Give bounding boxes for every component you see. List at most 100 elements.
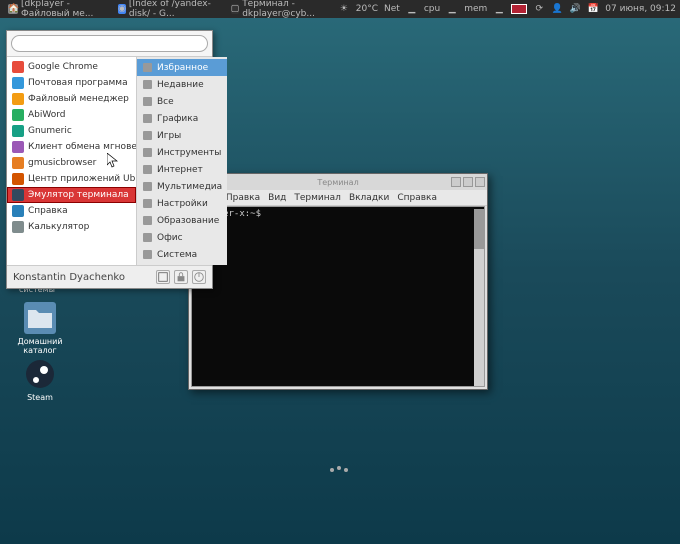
- power-button[interactable]: [192, 270, 206, 284]
- menu-category-item[interactable]: Интернет: [137, 161, 227, 178]
- menu-app-item[interactable]: gmusicbrowser: [7, 155, 136, 171]
- taskbar-item[interactable]: 🏠 [dkplayer - Файловый ме...: [4, 0, 112, 20]
- category-label: Мультимедиа: [157, 182, 222, 192]
- menu-footer: Konstantin Dyachenko: [7, 265, 212, 288]
- menu-app-item[interactable]: Справка: [7, 203, 136, 219]
- menu-app-list: Google Chrome Почтовая программа Файловый …: [7, 57, 137, 265]
- menu-app-item[interactable]: Клиент обмена мгновенными со...: [7, 139, 136, 155]
- sound-icon[interactable]: 🔊: [569, 3, 581, 15]
- category-label: Игры: [157, 131, 181, 141]
- cpu-graph-icon[interactable]: ▁: [446, 3, 458, 15]
- category-icon: [142, 198, 153, 209]
- desktop-icon-home[interactable]: Домашний каталог: [10, 302, 70, 355]
- menu-category-item[interactable]: Мультимедиа: [137, 178, 227, 195]
- menu-view[interactable]: Вид: [268, 193, 286, 203]
- taskbar-label: [dkplayer - Файловый ме...: [21, 0, 108, 19]
- app-label: AbiWord: [28, 110, 66, 120]
- scrollbar-thumb[interactable]: [474, 209, 484, 249]
- calendar-icon[interactable]: 📅: [587, 3, 599, 15]
- category-icon: [142, 232, 153, 243]
- app-icon: [12, 157, 24, 169]
- menu-category-item[interactable]: Игры: [137, 127, 227, 144]
- menu-category-item[interactable]: Все: [137, 93, 227, 110]
- menu-help[interactable]: Справка: [397, 193, 437, 203]
- lock-button[interactable]: [174, 270, 188, 284]
- terminal-window[interactable]: Терминал Файл Правка Вид Терминал Вкладк…: [188, 173, 488, 390]
- clock-text[interactable]: 07 июня, 09:12: [605, 4, 676, 14]
- menu-category-item[interactable]: Система: [137, 246, 227, 263]
- category-icon: [142, 130, 153, 141]
- app-icon: [12, 173, 24, 185]
- menu-category-item[interactable]: Избранное: [137, 59, 227, 76]
- menu-app-item[interactable]: Эмулятор терминала: [7, 187, 136, 203]
- terminal-scrollbar[interactable]: [474, 209, 484, 386]
- maximize-button[interactable]: [463, 177, 473, 187]
- menu-app-item[interactable]: Gnumeric: [7, 123, 136, 139]
- settings-button[interactable]: [156, 270, 170, 284]
- menu-app-item[interactable]: AbiWord: [7, 107, 136, 123]
- app-icon: [12, 61, 24, 73]
- app-label: Эмулятор терминала: [28, 190, 129, 200]
- taskbar-item[interactable]: ◉ [Index of /yandex-disk/ - G...: [114, 0, 225, 20]
- menu-app-item[interactable]: Калькулятор: [7, 219, 136, 235]
- menu-category-item[interactable]: Офис: [137, 229, 227, 246]
- desktop-icon-steam[interactable]: Steam: [10, 358, 70, 402]
- menu-app-item[interactable]: Почтовая программа: [7, 75, 136, 91]
- category-label: Все: [157, 97, 174, 107]
- app-icon: [12, 221, 24, 233]
- menu-category-list: Избранное Недавние Все Графика Игры Инструмен…: [137, 57, 227, 265]
- home-icon: 🏠: [8, 4, 18, 14]
- category-icon: [142, 215, 153, 226]
- menu-category-item[interactable]: Недавние: [137, 76, 227, 93]
- category-icon: [142, 147, 153, 158]
- net-label: Net: [384, 4, 400, 14]
- app-label: Gnumeric: [28, 126, 72, 136]
- mem-graph-icon[interactable]: ▁: [493, 3, 505, 15]
- weather-text: 20°C: [356, 4, 378, 14]
- app-label: Центр приложений Ubuntu: [28, 174, 136, 184]
- app-label: Справка: [28, 206, 68, 216]
- category-label: Образование: [157, 216, 219, 226]
- category-label: Недавние: [157, 80, 204, 90]
- system-tray: ☀ 20°C Net ▁ cpu ▁ mem ▁ ⟳ 👤 🔊 📅 07 июня…: [338, 3, 676, 15]
- app-label: Google Chrome: [28, 62, 98, 72]
- menu-terminal[interactable]: Терминал: [294, 193, 341, 203]
- category-label: Система: [157, 250, 197, 260]
- terminal-content[interactable]: r@cyber-x:~$: [191, 206, 485, 387]
- app-label: gmusicbrowser: [28, 158, 96, 168]
- category-icon: [142, 113, 153, 124]
- menu-tabs[interactable]: Вкладки: [349, 193, 389, 203]
- window-title: Терминал: [317, 178, 358, 187]
- menu-category-item[interactable]: Образование: [137, 212, 227, 229]
- search-input[interactable]: [11, 35, 208, 52]
- category-label: Избранное: [157, 63, 208, 73]
- application-menu: Google Chrome Почтовая программа Файловый …: [6, 30, 213, 289]
- menu-category-item[interactable]: Инструменты: [137, 144, 227, 161]
- net-graph-icon[interactable]: ▁: [406, 3, 418, 15]
- window-titlebar[interactable]: Терминал: [189, 174, 487, 190]
- chrome-icon: ◉: [118, 4, 126, 14]
- top-panel: 🏠 [dkplayer - Файловый ме... ◉ [Index of…: [0, 0, 680, 18]
- menu-category-item[interactable]: Настройки: [137, 195, 227, 212]
- category-icon: [142, 79, 153, 90]
- desktop-icon-label: Домашний каталог: [10, 337, 70, 355]
- category-icon: [142, 249, 153, 260]
- weather-icon[interactable]: ☀: [338, 3, 350, 15]
- user-icon[interactable]: 👤: [551, 3, 563, 15]
- app-label: Калькулятор: [28, 222, 89, 232]
- minimize-button[interactable]: [451, 177, 461, 187]
- menu-app-item[interactable]: Центр приложений Ubuntu: [7, 171, 136, 187]
- menu-search-area: [7, 31, 212, 57]
- category-label: Офис: [157, 233, 183, 243]
- keyboard-layout-icon[interactable]: [511, 4, 527, 14]
- menu-edit[interactable]: Правка: [226, 193, 260, 203]
- app-label: Почтовая программа: [28, 78, 128, 88]
- close-button[interactable]: [475, 177, 485, 187]
- taskbar-item[interactable]: ▢ Терминал - dkplayer@cyb...: [227, 0, 338, 20]
- update-icon[interactable]: ⟳: [533, 3, 545, 15]
- menu-category-item[interactable]: Графика: [137, 110, 227, 127]
- menu-app-item[interactable]: Файловый менеджер: [7, 91, 136, 107]
- menu-app-item[interactable]: Google Chrome: [7, 59, 136, 75]
- category-label: Графика: [157, 114, 198, 124]
- app-icon: [12, 189, 24, 201]
